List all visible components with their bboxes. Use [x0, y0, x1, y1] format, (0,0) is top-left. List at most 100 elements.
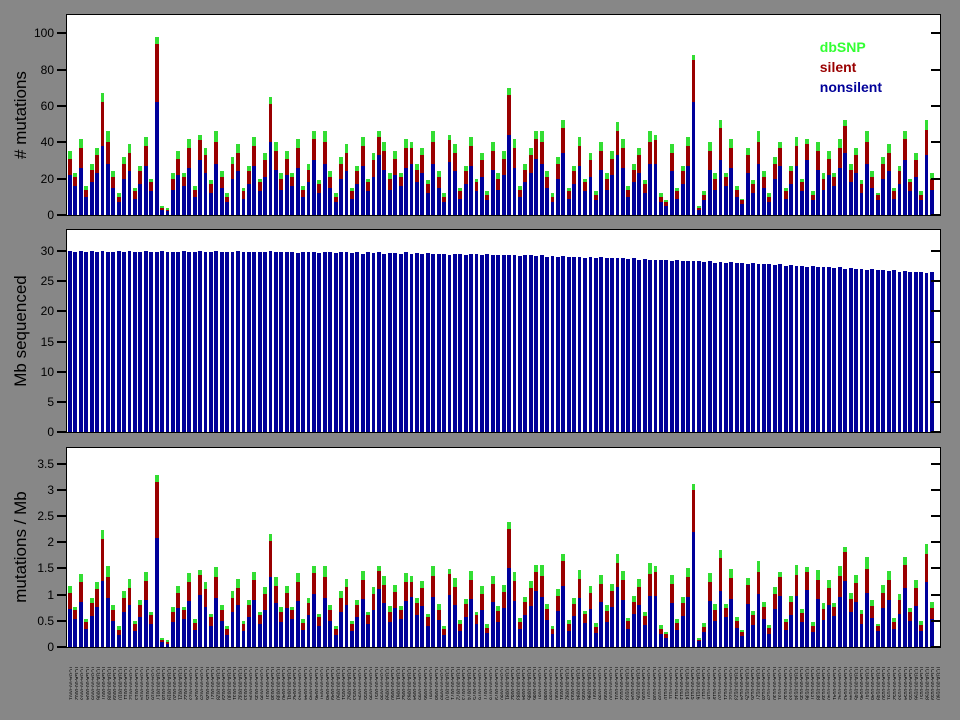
bar-segment-Mb sequenced	[252, 252, 256, 432]
bar-segment-silent	[751, 184, 755, 193]
bar	[887, 15, 891, 215]
bar-segment-Mb sequenced	[664, 260, 668, 432]
bar	[892, 15, 896, 215]
bar-segment-silent	[90, 170, 94, 183]
bar	[84, 448, 88, 647]
bar	[832, 230, 836, 432]
y-tick-label: 0	[47, 640, 54, 654]
bar	[355, 448, 359, 647]
bar	[442, 230, 446, 432]
bar-segment-nonsilent	[480, 610, 484, 647]
bar-segment-nonsilent	[469, 599, 473, 647]
bar-segment-dbSNP	[79, 139, 83, 148]
bar-segment-nonsilent	[90, 616, 94, 647]
bar	[149, 448, 153, 647]
bar-segment-nonsilent	[534, 159, 538, 215]
bar-segment-dbSNP	[513, 572, 517, 581]
bar-segment-nonsilent	[84, 197, 88, 215]
bar-segment-silent	[903, 139, 907, 161]
bar-segment-silent	[572, 171, 576, 184]
bar	[892, 448, 896, 647]
bar-segment-silent	[198, 140, 202, 160]
bar-segment-silent	[854, 583, 858, 602]
bar-segment-silent	[881, 593, 885, 609]
bar	[908, 448, 912, 647]
bar-segment-nonsilent	[876, 631, 880, 647]
y-tick-mark	[931, 32, 940, 34]
bar-segment-silent	[269, 541, 273, 578]
bar	[605, 230, 609, 432]
bar-segment-Mb sequenced	[366, 252, 370, 432]
bar	[746, 15, 750, 215]
bar-segment-nonsilent	[654, 164, 658, 215]
bar-segment-dbSNP	[513, 139, 517, 148]
bar	[242, 448, 246, 647]
y-tick-mark	[931, 401, 940, 403]
bar	[898, 448, 902, 647]
bar-segment-nonsilent	[534, 591, 538, 647]
bar-segment-dbSNP	[393, 585, 397, 592]
bar	[301, 448, 305, 647]
bar-segment-Mb sequenced	[659, 260, 663, 432]
bar-segment-dbSNP	[323, 131, 327, 142]
bar	[204, 448, 208, 647]
bar-segment-dbSNP	[101, 93, 105, 102]
bar	[599, 15, 603, 215]
y-tick-label: 3	[47, 483, 54, 497]
bar	[903, 448, 907, 647]
bar-segment-dbSNP	[881, 585, 885, 593]
bar-segment-nonsilent	[616, 155, 620, 215]
bar	[437, 230, 441, 432]
bar-segment-nonsilent	[865, 164, 869, 215]
bar-segment-dbSNP	[431, 566, 435, 577]
bar-segment-nonsilent	[393, 175, 397, 215]
bar	[659, 230, 663, 432]
bar-segment-Mb sequenced	[735, 263, 739, 432]
bar-segment-nonsilent	[551, 634, 555, 647]
bar-segment-nonsilent	[176, 608, 180, 647]
bar-segment-nonsilent	[187, 601, 191, 647]
bar	[388, 15, 392, 215]
bar-segment-dbSNP	[382, 576, 386, 585]
y-tick-mark	[57, 310, 66, 312]
bar-segment-silent	[328, 177, 332, 188]
bar	[496, 230, 500, 432]
bar-segment-silent	[469, 146, 473, 166]
bar-segment-nonsilent	[697, 210, 701, 215]
bar-segment-Mb sequenced	[740, 263, 744, 432]
bar-segment-dbSNP	[68, 586, 72, 593]
bar-segment-Mb sequenced	[361, 254, 365, 432]
legend-item-silent: silent	[820, 57, 882, 77]
bar-segment-silent	[345, 587, 349, 605]
bar	[648, 448, 652, 647]
bar-segment-Mb sequenced	[328, 252, 332, 432]
bar	[876, 448, 880, 647]
bar-segment-silent	[176, 593, 180, 609]
y-tick-label: 0	[47, 425, 54, 439]
bar-segment-dbSNP	[469, 571, 473, 580]
bar	[155, 15, 159, 215]
bar-segment-Mb sequenced	[849, 268, 853, 432]
bar-segment-Mb sequenced	[307, 252, 311, 432]
bar-segment-nonsilent	[594, 200, 598, 215]
bar-segment-Mb sequenced	[242, 252, 246, 432]
bar-segment-silent	[464, 604, 468, 616]
bar-segment-nonsilent	[350, 631, 354, 647]
bar-segment-silent	[556, 596, 560, 610]
bar-segment-silent	[133, 191, 137, 198]
bar-segment-Mb sequenced	[697, 261, 701, 432]
bar	[572, 15, 576, 215]
bar-segment-silent	[155, 482, 159, 538]
bar-segment-dbSNP	[214, 567, 218, 577]
bar	[296, 230, 300, 432]
bar-segment-dbSNP	[773, 587, 777, 595]
bar	[599, 230, 603, 432]
bar	[469, 448, 473, 647]
bar-segment-dbSNP	[95, 582, 99, 589]
bar	[187, 15, 191, 215]
bar-segment-dbSNP	[480, 153, 484, 160]
bar	[870, 230, 874, 432]
bar-segment-silent	[95, 155, 99, 173]
bar-segment-nonsilent	[816, 599, 820, 647]
bar-segment-Mb sequenced	[789, 265, 793, 432]
